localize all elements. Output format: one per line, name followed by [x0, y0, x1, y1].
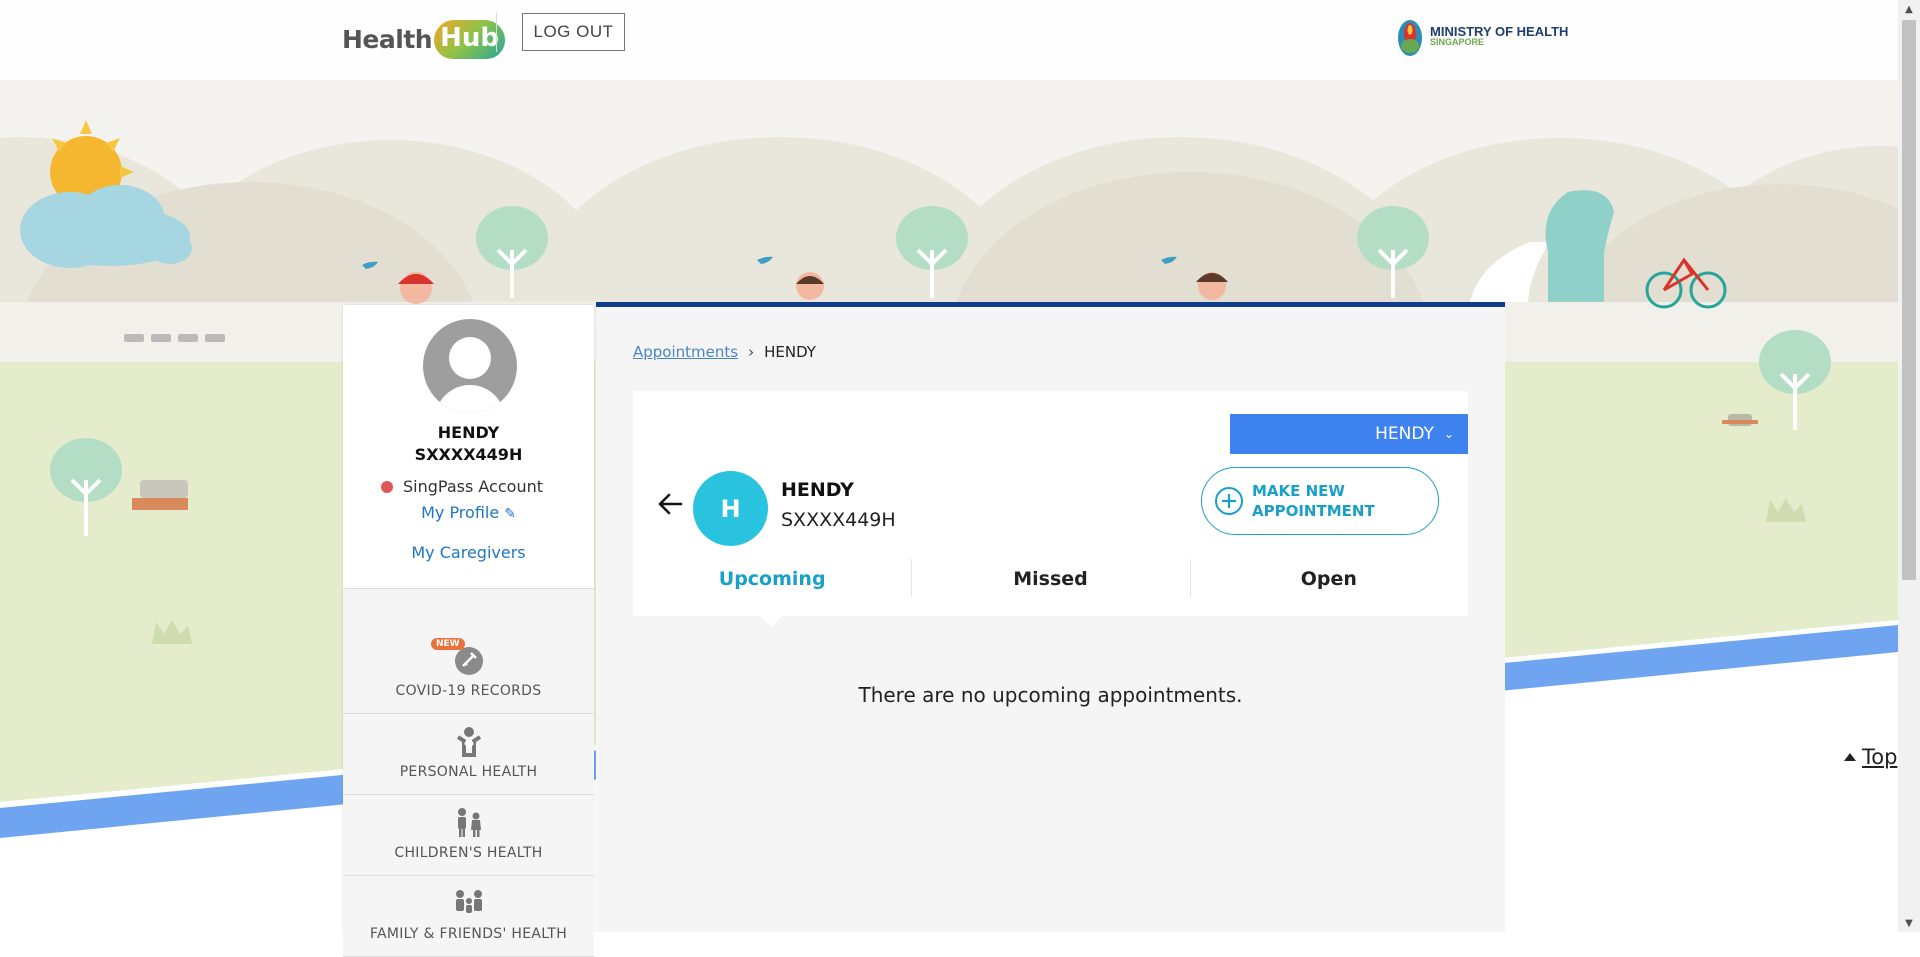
sidebar-item-label: CHILDREN'S HEALTH — [394, 845, 543, 861]
back-arrow-icon[interactable] — [655, 489, 685, 519]
account-type-label: SingPass Account — [403, 477, 543, 496]
user-name: HENDY — [437, 423, 500, 442]
plus-circle-icon — [1215, 487, 1243, 515]
triangle-up-icon — [1844, 753, 1856, 761]
breadcrumb-appointments-link[interactable]: Appointments — [633, 343, 738, 361]
make-appointment-line2: APPOINTMENT — [1252, 502, 1375, 520]
breadcrumb: Appointments › HENDY — [633, 343, 816, 361]
ministry-of-health-logo[interactable]: MINISTRY OF HEALTH SINGAPORE — [1396, 14, 1568, 58]
scroll-up-icon[interactable]: ▲ — [1898, 0, 1920, 18]
patient-nric: SXXXX449H — [781, 509, 896, 531]
back-to-top-link[interactable]: Top — [1844, 745, 1897, 769]
person-heart-icon — [456, 727, 482, 757]
tab-open[interactable]: Open — [1189, 557, 1468, 601]
my-profile-label: My Profile — [421, 503, 500, 522]
empty-state-message: There are no upcoming appointments. — [858, 683, 1243, 707]
patient-selector-dropdown[interactable]: HENDY ⌄ — [1230, 414, 1468, 454]
vaccine-icon — [455, 647, 483, 675]
chevron-right-icon: › — [748, 343, 755, 361]
patient-name: HENDY — [781, 479, 854, 501]
tab-upcoming[interactable]: Upcoming — [633, 557, 911, 601]
appointment-tabs: Upcoming Missed Open — [633, 557, 1468, 601]
sidebar-item-label: COVID-19 RECORDS — [395, 683, 542, 699]
patient-avatar: H — [693, 471, 768, 546]
page-scrollbar[interactable]: ▲ ▼ — [1898, 0, 1920, 932]
patient-selector-value: HENDY — [1375, 424, 1434, 444]
profile-sidebar: HENDY SXXXX449H SingPass Account My Prof… — [343, 305, 594, 957]
breadcrumb-current: HENDY — [764, 343, 816, 361]
scrollbar-thumb[interactable] — [1902, 20, 1916, 580]
account-type: SingPass Account — [381, 477, 543, 496]
sidebar-item-personal-health[interactable]: PERSONAL HEALTH — [343, 714, 594, 795]
healthhub-logo[interactable]: Health Hub — [342, 12, 505, 66]
appointments-panel: Appointments › HENDY HENDY ⌄ H HENDY SXX… — [596, 302, 1505, 932]
tab-missed[interactable]: Missed — [911, 557, 1189, 601]
make-new-appointment-button[interactable]: MAKE NEW APPOINTMENT — [1201, 467, 1439, 535]
my-caregivers-link[interactable]: My Caregivers — [343, 543, 594, 562]
family-icon — [456, 890, 482, 913]
ministry-country: SINGAPORE — [1430, 37, 1485, 47]
edit-icon: ✎ — [504, 506, 516, 522]
account-status-dot — [381, 480, 393, 493]
logo-text-health: Health — [342, 24, 433, 54]
header-divider — [496, 12, 497, 52]
moh-crest-icon — [1398, 20, 1422, 56]
scroll-down-icon[interactable]: ▼ — [1898, 914, 1920, 932]
back-to-top-label: Top — [1862, 745, 1898, 769]
children-icon — [458, 808, 481, 837]
site-header: Health Hub LOG OUT MINISTRY OF HEALTH SI… — [0, 0, 1898, 80]
logout-button[interactable]: LOG OUT — [522, 13, 625, 51]
sidebar-item-label: FAMILY & FRIENDS' HEALTH — [369, 926, 568, 942]
chevron-down-icon: ⌄ — [1443, 427, 1454, 441]
sidebar-item-family-friends-health[interactable]: FAMILY & FRIENDS' HEALTH — [343, 876, 594, 957]
make-appointment-line1: MAKE NEW — [1252, 482, 1345, 500]
user-avatar — [423, 319, 517, 413]
active-tab-pointer — [760, 616, 782, 627]
logo-text-hub: Hub — [434, 19, 505, 59]
sidebar-item-label: PERSONAL HEALTH — [399, 764, 538, 780]
sidebar-spacer — [343, 588, 594, 634]
sidebar-item-covid-19-records[interactable]: NEW COVID-19 RECORDS — [343, 633, 594, 714]
my-profile-link[interactable]: My Profile ✎ — [343, 503, 594, 522]
user-nric: SXXXX449H — [414, 445, 523, 464]
sidebar-item-childrens-health[interactable]: CHILDREN'S HEALTH — [343, 795, 594, 876]
patient-appointments-card: HENDY ⌄ H HENDY SXXXX449H MAKE NEW APPOI… — [633, 391, 1468, 627]
